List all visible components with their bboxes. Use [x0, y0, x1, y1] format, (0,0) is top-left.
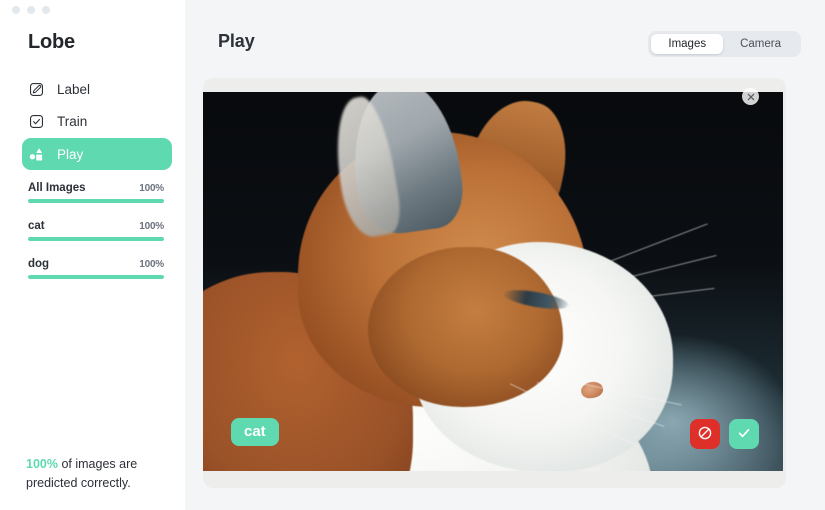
- class-progress-fill: [28, 275, 164, 279]
- tab-images[interactable]: Images: [651, 34, 724, 54]
- verdict-buttons: [690, 419, 759, 449]
- sidebar: Lobe Label Train Play All Images 100% ca…: [0, 0, 185, 510]
- sidebar-item-play[interactable]: Play: [22, 138, 172, 170]
- close-dot[interactable]: [12, 6, 20, 14]
- accuracy-summary-accent: 100%: [26, 457, 58, 471]
- photo-background: [203, 92, 783, 471]
- app-brand-title: Lobe: [28, 31, 75, 53]
- class-progress-track: [28, 199, 164, 203]
- class-name: All Images: [28, 182, 86, 194]
- class-percent: 100%: [139, 221, 164, 232]
- class-progress-fill: [28, 199, 164, 203]
- maximize-dot[interactable]: [42, 6, 50, 14]
- class-row-all-images[interactable]: All Images 100%: [28, 182, 164, 203]
- tab-camera[interactable]: Camera: [723, 34, 798, 54]
- main-content: Play Images Camera cat: [185, 0, 825, 510]
- minimize-dot[interactable]: [27, 6, 35, 14]
- class-name: cat: [28, 220, 45, 232]
- app-window: Lobe Label Train Play All Images 100% ca…: [0, 0, 825, 510]
- sidebar-item-train[interactable]: Train: [22, 106, 172, 136]
- accuracy-summary: 100% of images are predicted correctly.: [26, 455, 176, 493]
- class-progress-fill: [28, 237, 164, 241]
- prediction-card: cat: [203, 78, 786, 488]
- class-percent: 100%: [139, 183, 164, 194]
- cat-illustration: [203, 92, 783, 471]
- prediction-label-badge[interactable]: cat: [231, 418, 279, 446]
- class-accuracy-list: All Images 100% cat 100% dog 100%: [28, 182, 164, 296]
- class-row-cat[interactable]: cat 100%: [28, 220, 164, 241]
- sidebar-item-label[interactable]: Label: [22, 74, 172, 104]
- close-icon[interactable]: [742, 88, 759, 105]
- class-row-dog[interactable]: dog 100%: [28, 258, 164, 279]
- sidebar-nav: Label Train Play: [0, 74, 185, 172]
- class-progress-track: [28, 237, 164, 241]
- check-icon: [736, 425, 752, 444]
- reject-prediction-button[interactable]: [690, 419, 720, 449]
- class-row-header: dog 100%: [28, 258, 164, 270]
- class-row-header: cat 100%: [28, 220, 164, 232]
- sidebar-item-label-text: Label: [57, 81, 91, 97]
- accept-prediction-button[interactable]: [729, 419, 759, 449]
- sidebar-item-train-text: Train: [57, 113, 88, 129]
- prediction-image[interactable]: cat: [203, 92, 783, 471]
- main-header: Play Images Camera: [185, 0, 825, 78]
- class-row-header: All Images 100%: [28, 182, 164, 194]
- pencil-square-icon: [28, 81, 45, 98]
- source-segmented-control: Images Camera: [648, 31, 801, 57]
- prohibited-icon: [697, 425, 713, 444]
- shapes-icon: [28, 146, 45, 163]
- class-percent: 100%: [139, 259, 164, 270]
- class-name: dog: [28, 258, 50, 270]
- window-traffic-lights: [12, 6, 50, 14]
- check-square-icon: [28, 113, 45, 130]
- class-progress-track: [28, 275, 164, 279]
- sidebar-item-play-text: Play: [57, 146, 84, 162]
- page-title: Play: [218, 31, 255, 51]
